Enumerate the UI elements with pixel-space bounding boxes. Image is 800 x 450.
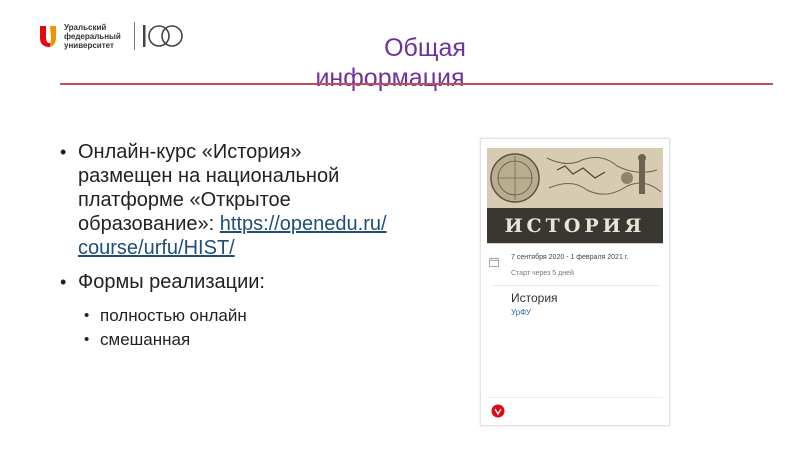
bullet-course-info: Онлайн-курс «История» размещен на национ… [56, 140, 396, 260]
bullet-list: Онлайн-курс «История» размещен на национ… [56, 140, 396, 352]
course-card[interactable]: ИСТОРИЯ 7 сентября 2020 - 1 февраля 2021… [480, 138, 670, 426]
course-start-countdown: Старт через 5 дней [511, 270, 574, 277]
old-map-icon [487, 148, 663, 208]
title-line-2: информация [315, 64, 465, 92]
bullet-formats-text: Формы реализации: [78, 271, 265, 293]
bullet-formats: Формы реализации: [56, 270, 396, 294]
course-cover-title: ИСТОРИЯ [504, 214, 646, 237]
card-footer-divider [487, 397, 663, 398]
title-divider [60, 83, 773, 85]
sub-bullet-online: полностью онлайн [56, 304, 396, 328]
sub-bullet-blended: смешанная [56, 328, 396, 352]
calendar-icon [489, 257, 499, 267]
course-cover-banner: ИСТОРИЯ [487, 208, 663, 243]
course-cover-image: ИСТОРИЯ [487, 148, 663, 244]
title-line-1: Общая [384, 34, 466, 62]
course-organization[interactable]: УрФУ [511, 308, 531, 317]
logo-line-1: Уральский [64, 22, 107, 32]
course-dates: 7 сентября 2020 - 1 февраля 2021 г. [511, 254, 629, 261]
course-name[interactable]: История [511, 291, 558, 305]
platform-logo-icon [491, 404, 505, 418]
card-divider [493, 285, 659, 286]
